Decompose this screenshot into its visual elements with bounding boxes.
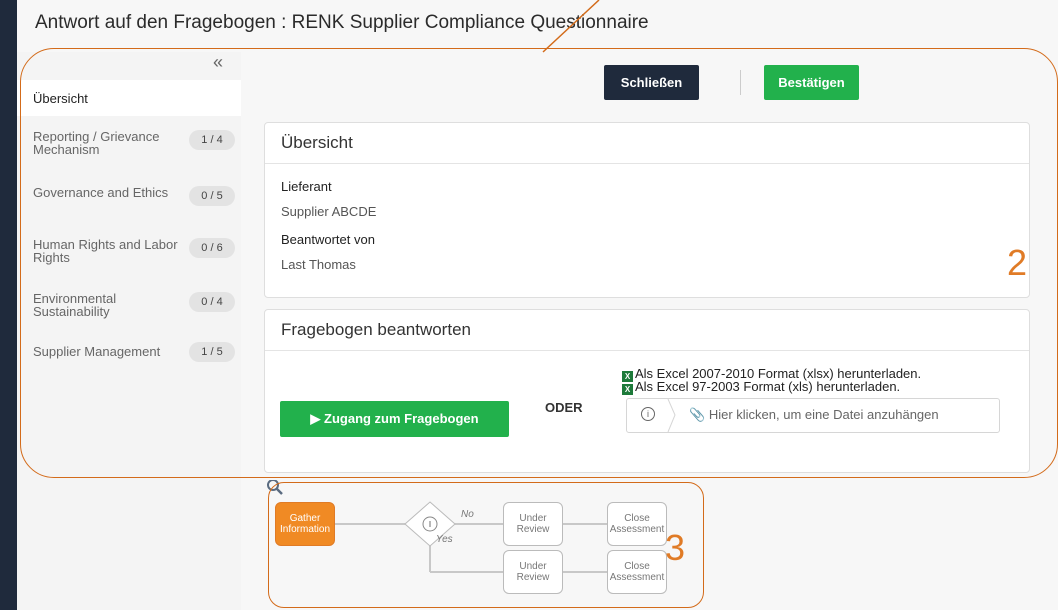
attach-placeholder: 📎 Hier klicken, um eine Datei anzuhängen: [689, 407, 939, 422]
answer-card: Fragebogen beantworten X Als Excel 2007-2…: [264, 309, 1030, 473]
download-xls-text: Als Excel 97-2003 Format (xls) herunterl…: [635, 379, 901, 394]
or-label: ODER: [545, 400, 583, 415]
sidebar-item-label: Reporting / Grievance Mechanism: [33, 129, 160, 157]
progress-badge: 0 / 6: [189, 238, 235, 258]
separator-chevron-icon: [667, 399, 676, 432]
sidebar-item-label: Übersicht: [33, 91, 88, 106]
attach-placeholder-text: Hier klicken, um eine Datei anzuhängen: [708, 407, 939, 422]
progress-badge: 1 / 5: [189, 342, 235, 362]
answered-by-label: Beantwortet von: [281, 232, 375, 247]
progress-badge: 1 / 4: [189, 130, 235, 150]
supplier-label: Lieferant: [281, 179, 332, 194]
main-content: Schließen Bestätigen Übersicht Lieferant…: [241, 52, 1058, 610]
sidebar-item-label: Supplier Management: [33, 344, 161, 359]
sidebar-item-label: Environmental Sustainability: [33, 291, 117, 319]
access-questionnaire-button[interactable]: ▶ Zugang zum Fragebogen: [280, 401, 509, 437]
workflow-node-under-review[interactable]: Under Review: [503, 550, 563, 594]
info-icon: i: [641, 407, 655, 421]
sidebar-item-reporting[interactable]: Reporting / Grievance Mechanism 1 / 4: [17, 128, 241, 162]
answered-by-value: Last Thomas: [281, 257, 356, 272]
collapse-sidebar-icon[interactable]: «: [213, 52, 223, 73]
close-button[interactable]: Schließen: [604, 65, 699, 100]
sidebar-item-human-rights[interactable]: Human Rights and Labor Rights 0 / 6: [17, 236, 241, 270]
excel-icon: X: [622, 384, 633, 395]
workflow-node-under-review[interactable]: Under Review: [503, 502, 563, 546]
sidebar-item-environmental[interactable]: Environmental Sustainability 0 / 4: [17, 290, 241, 324]
toolbar-divider: [740, 70, 741, 95]
workflow-node-close-assessment[interactable]: Close Assessment: [607, 502, 667, 546]
progress-badge: 0 / 4: [189, 292, 235, 312]
workflow-node-close-assessment[interactable]: Close Assessment: [607, 550, 667, 594]
yes-branch-label: Yes: [436, 534, 453, 545]
sidebar: « Übersicht Reporting / Grievance Mechan…: [17, 52, 241, 610]
sidebar-item-label: Human Rights and Labor Rights: [33, 237, 178, 265]
workflow-node-gather-information[interactable]: Gather Information: [275, 502, 335, 546]
overview-card: Übersicht Lieferant Supplier ABCDE Beant…: [264, 122, 1030, 298]
file-attach-dropzone[interactable]: i 📎 Hier klicken, um eine Datei anzuhäng…: [626, 398, 1000, 433]
no-branch-label: No: [461, 509, 474, 520]
sidebar-item-label: Governance and Ethics: [33, 185, 169, 200]
card-title: Fragebogen beantworten: [265, 310, 1029, 351]
annotation-number: 3: [665, 527, 686, 568]
sidebar-item-governance[interactable]: Governance and Ethics 0 / 5: [17, 184, 241, 218]
download-xls-link[interactable]: X Als Excel 97-2003 Format (xls) herunter…: [622, 380, 900, 395]
annotation-pointer-line: [542, 0, 600, 53]
progress-badge: 0 / 5: [189, 186, 235, 206]
confirm-button[interactable]: Bestätigen: [764, 65, 859, 100]
supplier-value: Supplier ABCDE: [281, 204, 377, 219]
annotation-number: 2: [1007, 242, 1028, 283]
questionnaire-window: Antwort auf den Fragebogen : RENK Suppli…: [17, 0, 1058, 610]
sidebar-item-supplier-management[interactable]: Supplier Management 1 / 5: [17, 342, 241, 368]
card-title: Übersicht: [265, 123, 1029, 164]
sidebar-item-overview[interactable]: Übersicht: [17, 80, 241, 116]
